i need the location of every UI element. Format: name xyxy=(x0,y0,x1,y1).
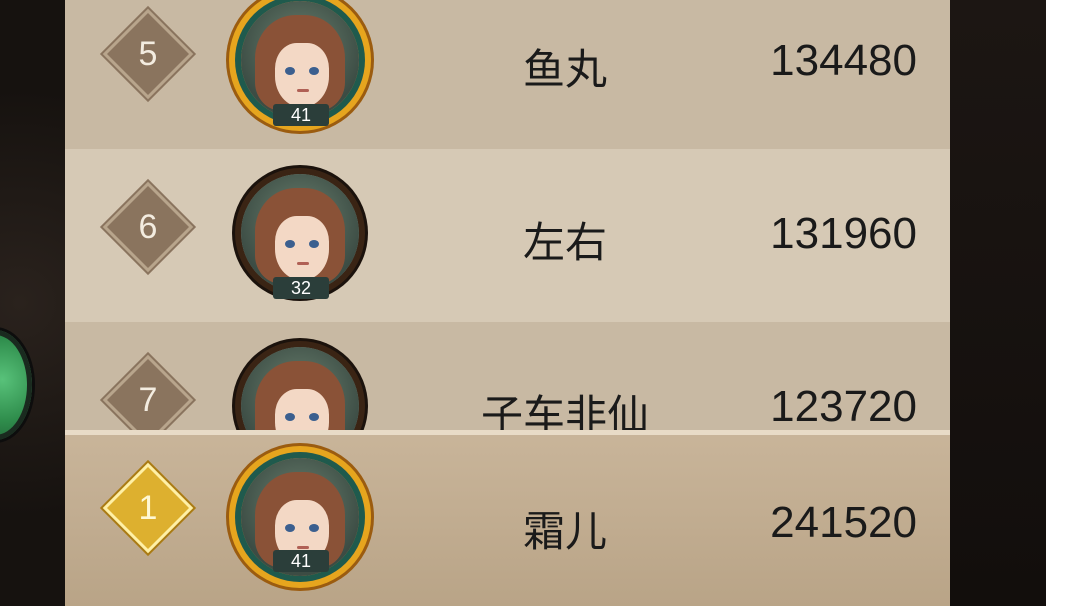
eye xyxy=(285,240,295,248)
player-score: 131960 xyxy=(770,209,917,258)
player-level: 41 xyxy=(273,550,329,572)
eye xyxy=(285,413,295,421)
eye xyxy=(285,67,295,75)
player-score: 134480 xyxy=(770,36,917,85)
player-name: 霜儿 xyxy=(522,507,607,556)
leaderboard-list[interactable]: 5 41 鱼丸 134480 6 32 左右 131960 7 子车非仙 123… xyxy=(65,0,950,430)
rank-number: 7 xyxy=(138,381,158,419)
left-background xyxy=(0,0,65,606)
face xyxy=(275,216,329,280)
right-background xyxy=(950,0,1046,606)
screen-edge xyxy=(1046,0,1080,606)
player-level: 32 xyxy=(273,277,329,299)
eye xyxy=(285,524,295,532)
leaderboard-row[interactable]: 6 32 左右 131960 xyxy=(65,149,950,322)
rank-number: 6 xyxy=(138,208,158,246)
rank-number: 5 xyxy=(138,35,158,73)
player-name: 鱼丸 xyxy=(522,45,607,94)
player-avatar[interactable] xyxy=(241,347,359,430)
mouth xyxy=(297,262,309,265)
player-score: 123720 xyxy=(770,382,917,430)
leaderboard-row[interactable]: 5 41 鱼丸 134480 xyxy=(65,0,950,149)
eye xyxy=(309,240,319,248)
mouth xyxy=(297,546,309,549)
eye xyxy=(309,67,319,75)
player-name: 左右 xyxy=(522,218,607,267)
rank-number: 1 xyxy=(138,489,158,527)
player-level: 41 xyxy=(273,104,329,126)
eye xyxy=(309,524,319,532)
player-avatar[interactable] xyxy=(241,1,359,119)
player-avatar[interactable] xyxy=(241,174,359,292)
player-name: 子车非仙 xyxy=(480,391,649,430)
eye xyxy=(309,413,319,421)
face xyxy=(275,389,329,430)
my-rank-bar: 1 41 霜儿 241520 xyxy=(65,430,950,606)
leaderboard-row[interactable]: 7 子车非仙 123720 xyxy=(65,322,950,430)
player-score: 241520 xyxy=(770,498,917,547)
mouth xyxy=(297,89,309,92)
face xyxy=(275,43,329,107)
